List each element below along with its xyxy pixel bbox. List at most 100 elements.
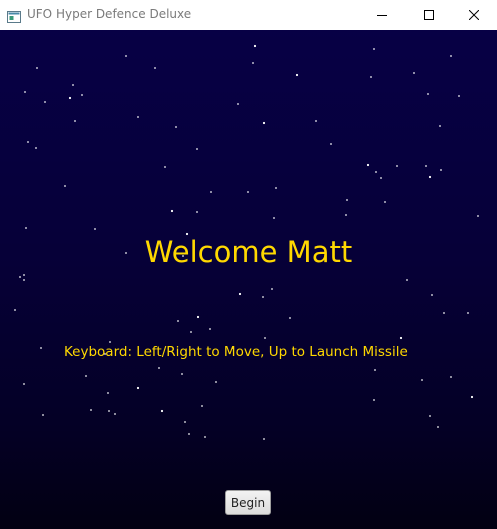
- star: [440, 169, 442, 171]
- star: [406, 279, 408, 281]
- star: [366, 163, 370, 167]
- window-title: UFO Hyper Defence Deluxe: [27, 7, 192, 21]
- app-window: UFO Hyper Defence Deluxe Welcome Matt Ke…: [0, 0, 497, 529]
- star: [114, 413, 116, 415]
- star: [19, 276, 21, 278]
- star: [25, 227, 27, 229]
- star: [238, 292, 242, 296]
- star: [345, 214, 347, 216]
- star: [431, 294, 433, 296]
- star: [450, 376, 452, 378]
- minimize-button[interactable]: [359, 0, 405, 30]
- star: [108, 410, 110, 412]
- star: [295, 73, 299, 77]
- star: [181, 373, 183, 375]
- star: [253, 44, 257, 48]
- keyboard-instructions: Keyboard: Left/Right to Move, Up to Laun…: [64, 344, 408, 360]
- star: [262, 296, 264, 298]
- close-icon: [469, 10, 479, 20]
- star: [24, 91, 26, 93]
- star: [40, 347, 42, 349]
- star: [262, 121, 266, 125]
- starfield: [14, 44, 479, 440]
- star: [263, 438, 265, 440]
- title-bar[interactable]: UFO Hyper Defence Deluxe: [0, 0, 497, 30]
- star: [107, 392, 109, 394]
- star: [252, 62, 254, 64]
- star: [94, 228, 96, 230]
- star: [375, 171, 377, 173]
- star: [64, 185, 66, 187]
- star: [271, 288, 273, 290]
- close-button[interactable]: [451, 0, 497, 30]
- maximize-icon: [424, 10, 434, 20]
- star: [204, 436, 206, 438]
- star: [289, 317, 291, 319]
- star: [399, 336, 403, 340]
- star: [35, 147, 37, 149]
- star: [429, 415, 431, 417]
- star: [247, 191, 249, 193]
- star: [184, 421, 186, 423]
- star: [27, 141, 29, 143]
- star: [439, 125, 441, 127]
- star: [154, 67, 156, 69]
- star: [374, 369, 376, 371]
- star: [425, 165, 427, 167]
- star: [74, 120, 76, 122]
- star: [275, 187, 277, 189]
- star: [188, 433, 190, 435]
- minimize-icon: [377, 10, 387, 20]
- star: [209, 328, 211, 330]
- welcome-heading: Welcome Matt: [144, 235, 353, 269]
- star: [158, 367, 160, 369]
- star: [467, 312, 469, 314]
- star: [458, 95, 460, 97]
- star: [175, 126, 177, 128]
- star: [196, 315, 200, 319]
- star: [421, 379, 423, 381]
- star: [44, 101, 46, 103]
- star: [477, 215, 479, 217]
- game-canvas[interactable]: Welcome Matt Keyboard: Left/Right to Mov…: [0, 30, 497, 529]
- star: [450, 55, 452, 57]
- star: [85, 375, 87, 377]
- star: [373, 399, 375, 401]
- star: [109, 341, 111, 343]
- begin-button[interactable]: Begin: [225, 490, 271, 515]
- star: [160, 409, 164, 413]
- star: [14, 309, 16, 311]
- star: [330, 143, 332, 145]
- star: [42, 414, 44, 416]
- star: [370, 76, 372, 78]
- star: [170, 209, 174, 213]
- star: [164, 166, 166, 168]
- star: [196, 211, 198, 213]
- star: [437, 426, 439, 428]
- star: [36, 67, 38, 69]
- star: [201, 405, 203, 407]
- star: [210, 191, 212, 193]
- star: [373, 48, 375, 50]
- star: [470, 395, 474, 399]
- star: [384, 201, 386, 203]
- star: [264, 337, 266, 339]
- star: [23, 383, 25, 385]
- star: [177, 320, 179, 322]
- star: [443, 312, 445, 314]
- star: [125, 55, 127, 57]
- star: [237, 103, 239, 105]
- maximize-button[interactable]: [406, 0, 452, 30]
- star: [215, 381, 217, 383]
- star: [190, 331, 192, 333]
- star: [427, 93, 429, 95]
- app-window-icon: [7, 8, 21, 23]
- star: [136, 386, 140, 390]
- star: [196, 148, 198, 150]
- star: [72, 84, 74, 86]
- star: [137, 116, 139, 118]
- star: [81, 94, 83, 96]
- star: [413, 72, 415, 74]
- star: [396, 165, 398, 167]
- star: [68, 96, 72, 100]
